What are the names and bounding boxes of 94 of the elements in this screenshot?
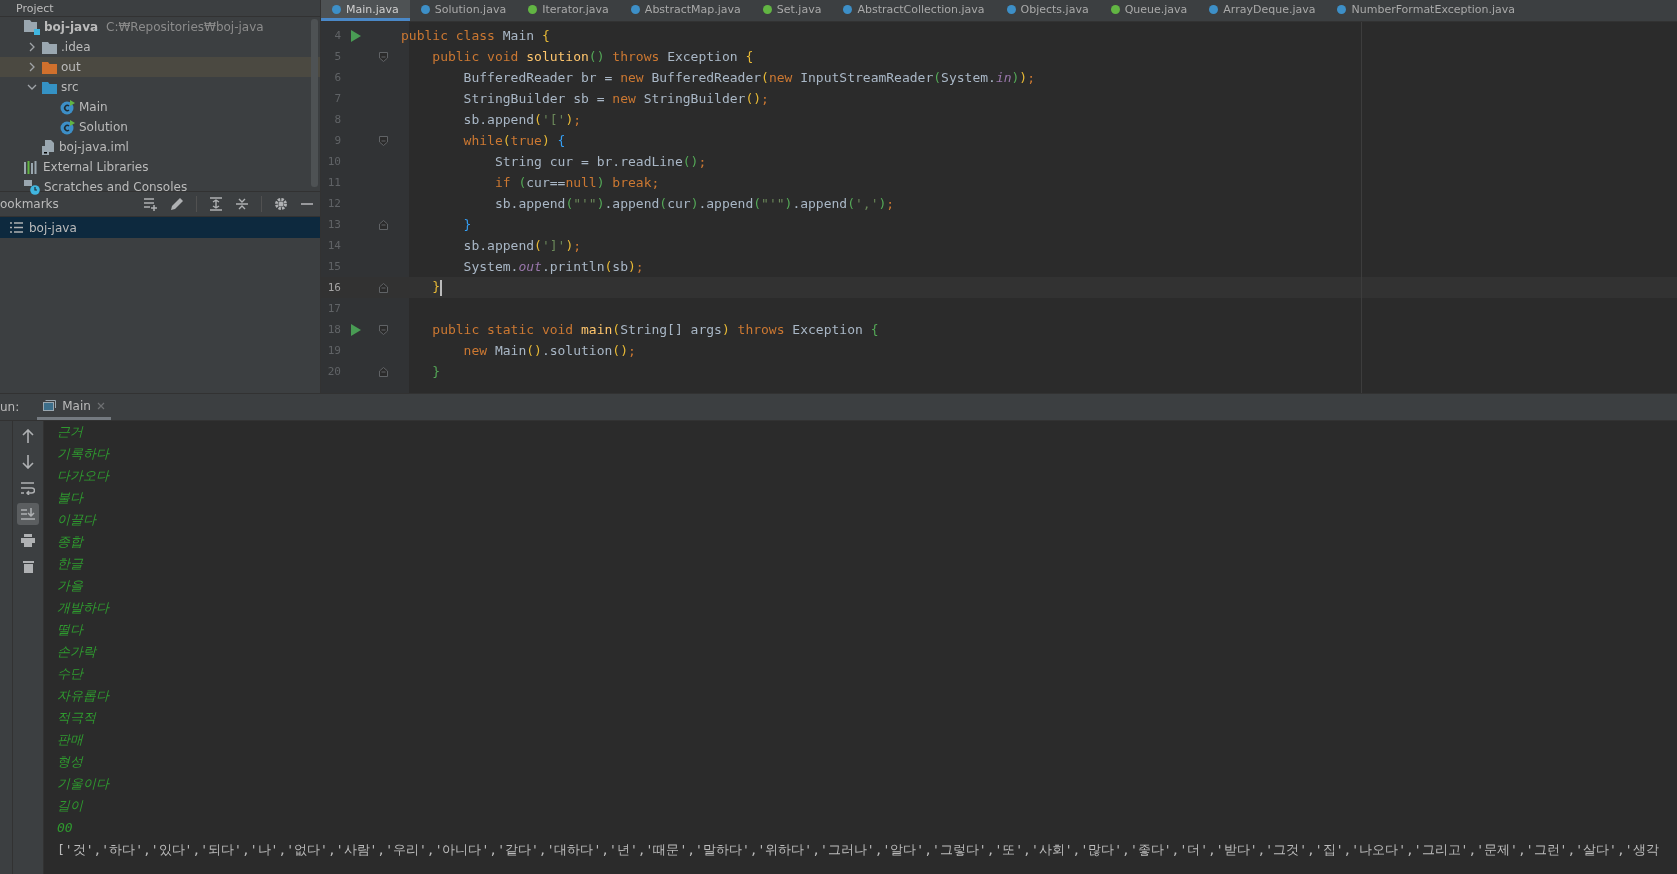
code-line: sb.append("'").append(cur).append("'").append(','); [493,196,895,211]
code-line: System.out.println(sb); [462,259,644,274]
console-line: 다가오다 [57,467,111,485]
editor-tab[interactable]: Objects.java [995,0,1100,21]
console-line: ['것','하다','있다','되다','나','없다','사람','우리','아니다','같다','대하다','년','때문','말하다','위하다','그러나','알다','그렇다','또','사회','많다','좋다','더','받다','그것','집','나오다','그리고','문제','그런','살다','생각 [57,841,1660,859]
path-hint: C:₩Repositories₩boj-java [106,20,264,34]
code-line: new Main().solution(); [462,343,636,358]
scroll-to-end-icon [21,507,35,521]
chevron-icon[interactable] [27,42,37,52]
toolbar-button[interactable] [17,503,39,525]
console-line: 길이 [57,797,85,815]
trash-icon [22,559,34,573]
console-line: 자유롭다 [57,687,111,705]
expand-all-icon[interactable] [209,197,223,211]
run-icon[interactable] [351,29,361,42]
console-line: 00 [57,819,74,837]
editor-tab[interactable]: ArrayDeque.java [1198,0,1327,21]
code-line: public static void main(String[] args) throws Exception { [431,322,879,337]
class-icon [60,119,75,135]
fold-icon[interactable] [378,135,388,146]
scratch-clock-icon [24,179,40,195]
editor-tab[interactable]: Solution.java [409,0,518,21]
tree-item[interactable]: External Libraries [0,157,320,177]
module-folder-icon [24,19,40,35]
panel-title: un: [0,400,20,414]
editor-tab[interactable]: Queue.java [1099,0,1199,21]
tree-item[interactable]: boj-java C:₩Repositories₩boj-java [0,17,320,37]
fold-icon[interactable] [378,366,388,377]
console-line: 종합 [57,533,85,551]
tree-item[interactable]: Scratches and Consoles [0,177,320,197]
run-tab[interactable]: Main [37,394,111,420]
code-line: if (cur==null) break; [493,175,660,190]
printer-icon [21,533,35,547]
libraries-icon [24,160,39,174]
chevron-icon[interactable] [27,62,37,72]
panel-title: Project [16,1,54,15]
file-icon [42,139,55,155]
console-line: 근거 [57,423,85,441]
code-line: BufferedReader br = new BufferedReader(new InputStreamReader(System.in)); [462,70,1035,85]
up-arrow-icon [22,429,34,443]
code-line: sb.append(']'); [462,238,582,253]
down-arrow-icon [22,455,34,469]
tree-item[interactable]: Solution [0,117,320,137]
line-number: 16 [326,281,341,294]
editor-tab[interactable]: Main.java [321,0,410,21]
editor-tab[interactable]: NumberFormatException.java [1326,0,1527,21]
console-line: 판매 [57,731,85,749]
tree-item[interactable]: out [0,57,320,77]
editor-tab[interactable]: AbstractCollection.java [832,0,996,21]
code-line: public class Main { [401,28,550,43]
console-line: 기록하다 [57,445,111,463]
console-line: 기울이다 [57,775,111,793]
console-line: 떨다 [57,621,85,639]
tree-item[interactable]: boj-java.iml [0,137,320,157]
editor-tab[interactable]: Iterator.java [517,0,620,21]
console-line: 형성 [57,753,85,771]
tree-item[interactable]: Main [0,97,320,117]
fold-icon[interactable] [378,219,388,230]
fold-icon[interactable] [378,51,388,62]
code-line: public void solution() throws Exception { [431,49,754,64]
console-line: 이끌다 [57,511,98,529]
close-icon[interactable] [96,401,105,410]
run-icon[interactable] [351,323,361,336]
chevron-icon[interactable] [27,82,37,92]
editor-tab[interactable]: Set.java [751,0,833,21]
tree-item[interactable]: src [0,77,320,97]
code-line: String cur = br.readLine(); [493,154,707,169]
collapse-all-icon[interactable] [235,197,249,211]
console-line: 가을 [57,577,84,595]
settings-icon[interactable] [274,197,288,211]
code-line: while(true) { [462,133,566,148]
console-line: 수단 [57,665,85,683]
code-line: } [431,364,441,379]
panel-title: ookmarks [0,197,59,211]
class-icon [60,99,75,115]
console-line: 개발하다 [57,599,111,617]
bookmark-item[interactable]: boj-java [0,217,320,238]
pencil-icon[interactable] [170,197,184,211]
code-line: } [462,217,472,232]
console-line: 손가락 [57,643,98,661]
console-line: 적극적 [57,709,98,727]
editor-tab[interactable]: AbstractMap.java [619,0,752,21]
console-line: 불다 [57,489,85,507]
console-line: 한글 [57,555,84,573]
tree-item[interactable]: .idea [0,37,320,57]
code-line: sb.append('['); [462,112,582,127]
list-icon [10,222,23,233]
code-line: StringBuilder sb = new StringBuilder(); [462,91,769,106]
code-line: } [431,279,443,296]
console-window-icon [43,400,57,411]
add-list-icon[interactable] [144,197,158,211]
fold-icon[interactable] [378,282,388,293]
fold-icon[interactable] [378,324,388,335]
soft-wrap-icon [21,481,35,495]
